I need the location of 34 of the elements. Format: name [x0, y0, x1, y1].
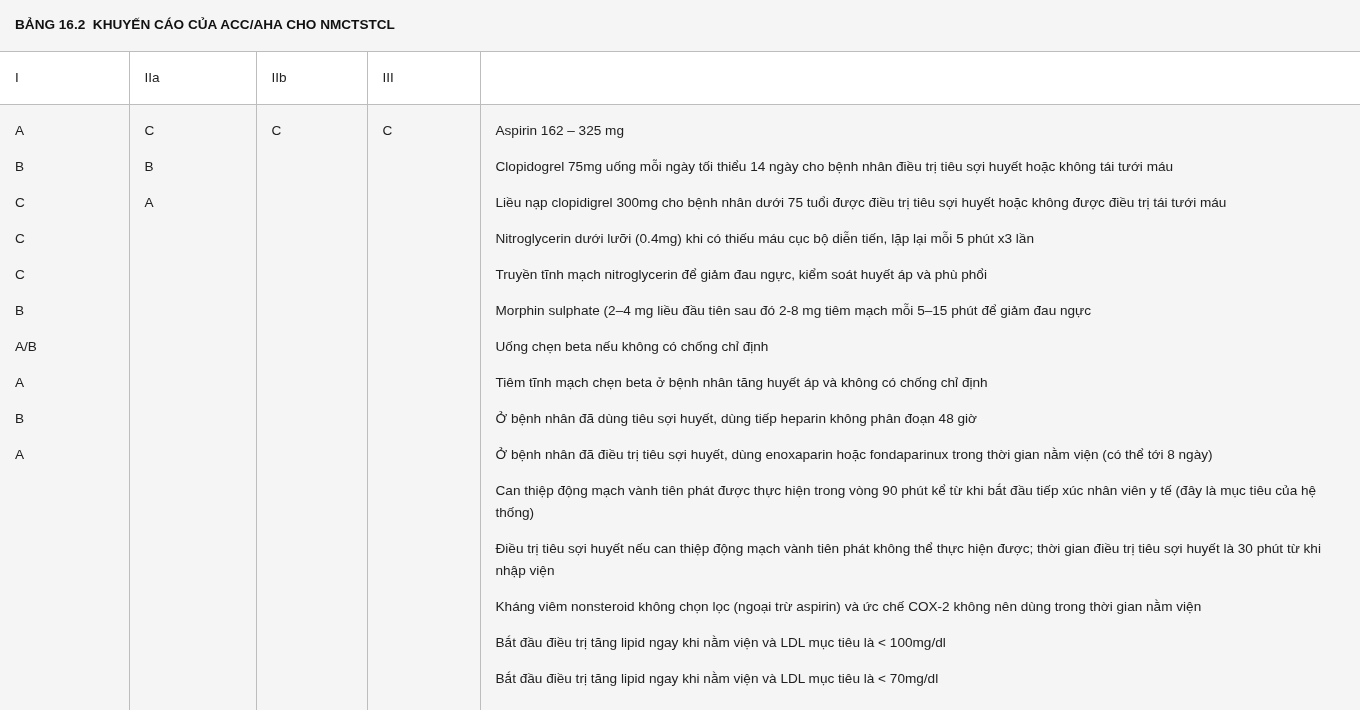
- recommendation-text: Uống chẹn beta nếu không có chống chỉ định: [495, 338, 769, 354]
- evidence-level: C: [15, 230, 25, 246]
- column-header: IIa: [144, 69, 160, 85]
- recommendation-text: Aspirin 162 – 325 mg: [495, 122, 624, 138]
- evidence-level: A: [15, 122, 25, 138]
- recommendation-text: Kháng viêm nonsteroid không chọn lọc (ngoại trừ aspirin) và ức chế COX-2 không nên dùng trong thời gian nằm viện: [495, 598, 1202, 614]
- evidence-level: A/B: [15, 338, 37, 354]
- evidence-level: C: [382, 122, 393, 138]
- column-header: IIb: [271, 69, 287, 85]
- recommendation-text: Tiêm tĩnh mạch chẹn beta ở bệnh nhân tăng huyết áp và không có chống chỉ định: [495, 374, 988, 390]
- evidence-level: B: [144, 158, 154, 174]
- recommendation-text: Ở bệnh nhân đã điều trị tiêu sợi huyết, dùng enoxaparin hoặc fondaparinux trong thời gian nằm viện (có thể tới 8 ngày): [495, 446, 1213, 462]
- evidence-level: C: [271, 122, 282, 138]
- recommendation-text: Điều trị tiêu sợi huyết nếu can thiệp động mạch vành tiên phát không thể thực hiện được; thời gian điều trị tiêu sợi huyết là 30 phút từ khi nhập viện: [495, 540, 1321, 578]
- evidence-level: C: [144, 122, 155, 138]
- recommendation-text: Nitroglycerin dưới lưỡi (0.4mg) khi có thiếu máu cục bộ diễn tiến, lặp lại mỗi 5 phút x3 lần: [495, 230, 1034, 246]
- recommendation-text: Bắt đầu điều trị tăng lipid ngay khi nằm viện và LDL mục tiêu là < 70mg/dl: [495, 670, 939, 686]
- evidence-level: A: [15, 446, 25, 462]
- recommendation-text: Bắt đầu điều trị tăng lipid ngay khi nằm viện và LDL mục tiêu là < 100mg/dl: [495, 634, 946, 650]
- recommendation-text: Liều nạp clopidigrel 300mg cho bệnh nhân dưới 75 tuổi được điều trị tiêu sợi huyết hoặc không được điều trị tái tưới máu: [495, 194, 1227, 210]
- recommendation-text: Ở bệnh nhân đã dùng tiêu sợi huyết, dùng tiếp heparin không phân đoạn 48 giờ: [495, 410, 977, 426]
- column-header: I: [15, 69, 19, 85]
- column-header: III: [382, 69, 394, 85]
- evidence-level: B: [15, 158, 25, 174]
- recommendation-text: Can thiệp động mạch vành tiên phát được thực hiện trong vòng 90 phút kể từ khi bắt đầu tiếp xúc nhân viên y tế (đây là mục tiêu của hệ thống): [495, 482, 1317, 520]
- evidence-level: C: [15, 266, 25, 282]
- recommendation-text: Morphin sulphate (2–4 mg liều đầu tiên sau đó 2-8 mg tiêm mạch mỗi 5–15 phút để giảm đau ngực: [495, 302, 1091, 318]
- recommendation-text: Truyền tĩnh mạch nitroglycerin để giảm đau ngực, kiểm soát huyết áp và phù phổi: [495, 266, 987, 282]
- evidence-level: A: [144, 194, 154, 210]
- recommendation-text: Clopidogrel 75mg uống mỗi ngày tối thiểu 14 ngày cho bệnh nhân điều trị tiêu sợi huyết hoặc không tái tưới máu: [495, 158, 1174, 174]
- evidence-level: C: [15, 194, 25, 210]
- evidence-level: B: [15, 410, 25, 426]
- evidence-level: B: [15, 302, 25, 318]
- evidence-level: A: [15, 374, 25, 390]
